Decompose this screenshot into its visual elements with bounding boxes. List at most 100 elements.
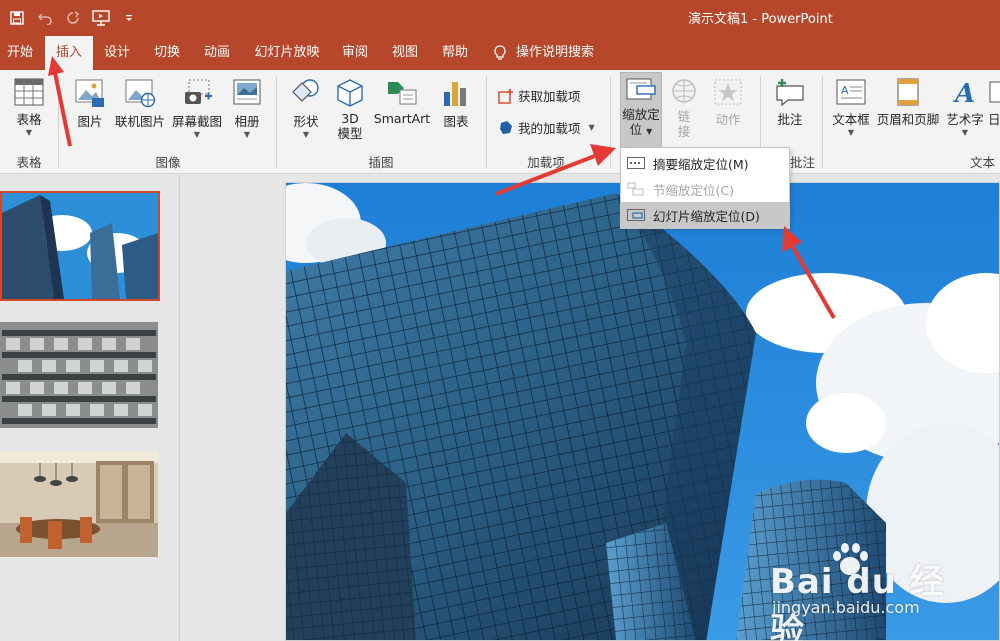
get-addins-button[interactable]: 获取加载项 <box>498 86 581 105</box>
chart-button[interactable]: 图表 <box>438 78 474 130</box>
my-addins-label: 我的加载项 <box>518 121 581 136</box>
group-label-illustrations: 插图 <box>368 155 394 170</box>
3d-model-label-1: 3D <box>341 111 359 126</box>
svg-text:A: A <box>952 79 975 106</box>
ribbon: 表格 ▼ 表格 图片 联机图片 屏幕截图 ▼ 相册 ▼ 图像 形状 ▼ 3D 模… <box>0 70 1000 174</box>
svg-text:A: A <box>841 84 849 97</box>
comment-label: 批注 <box>777 112 803 127</box>
group-label-images: 图像 <box>155 155 181 170</box>
screenshot-icon <box>185 79 212 104</box>
chart-label: 图表 <box>443 114 469 129</box>
zoom-label-2: 位 <box>629 122 643 137</box>
picture-button-label: 图片 <box>77 114 103 129</box>
summary-zoom-item[interactable]: 摘要缩放定位(M) <box>621 150 789 176</box>
calendar-icon <box>989 81 1000 103</box>
tab-design[interactable]: 设计 <box>96 36 138 70</box>
table-icon <box>14 78 44 106</box>
customize-icon[interactable] <box>118 8 140 28</box>
comment-button[interactable]: 批注 <box>768 78 812 128</box>
chevron-down-icon: ▼ <box>302 130 310 139</box>
slide-thumbnail-2[interactable] <box>0 322 158 428</box>
screenshot-label: 屏幕截图 <box>171 114 222 129</box>
textbox-label: 文本框 <box>832 112 870 127</box>
redo-icon[interactable] <box>62 8 84 28</box>
slide-thumbnail-3[interactable] <box>0 451 158 557</box>
ribbon-tabs: 开始 插入 设计 切换 动画 幻灯片放映 审阅 视图 帮助 操作说明搜索 <box>0 36 1000 70</box>
tab-transitions[interactable]: 切换 <box>146 36 188 70</box>
slide-zoom-icon <box>627 209 645 221</box>
group-label-addins: 加载项 <box>527 155 565 170</box>
online-picture-button[interactable]: 联机图片 <box>112 78 168 130</box>
link-label-1: 链 <box>677 109 691 124</box>
section-zoom-item[interactable]: 节缩放定位(C) <box>621 176 789 202</box>
cube-icon <box>337 79 363 107</box>
get-addins-label: 获取加载项 <box>518 89 581 104</box>
slide-zoom-label: 幻灯片缩放定位(D) <box>653 208 760 224</box>
shapes-button[interactable]: 形状 ▼ <box>288 78 324 140</box>
header-footer-button[interactable]: 页眉和页脚 <box>874 78 942 128</box>
group-divider <box>822 76 823 168</box>
table-button[interactable]: 表格 ▼ <box>8 78 50 138</box>
slide-thumbnail-1[interactable] <box>0 191 160 301</box>
online-picture-icon <box>125 79 156 108</box>
tab-review[interactable]: 审阅 <box>334 36 376 70</box>
zoom-button[interactable]: 缩放定 位 ▼ <box>620 76 662 139</box>
slide-zoom-item[interactable]: 幻灯片缩放定位(D) <box>621 202 789 228</box>
action-button[interactable]: 动作 <box>708 78 748 128</box>
link-button[interactable]: 链 接 <box>666 78 702 139</box>
chart-icon <box>444 82 466 106</box>
slide-thumbnail-pane <box>0 175 180 641</box>
zoom-label-1: 缩放定 <box>622 107 660 122</box>
skyscraper-thumbnail-image <box>2 193 158 299</box>
tab-help[interactable]: 帮助 <box>434 36 476 70</box>
photo-album-label: 相册 <box>234 114 260 129</box>
title-bar: 演示文稿1 - PowerPoint <box>0 0 1000 36</box>
screenshot-button[interactable]: 屏幕截图 ▼ <box>168 78 226 140</box>
smartart-icon <box>388 82 417 105</box>
section-zoom-label: 节缩放定位(C) <box>653 182 734 198</box>
star-icon <box>714 79 742 105</box>
textbox-icon: A <box>836 79 866 105</box>
group-label-comments: 批注 <box>790 155 816 170</box>
wordart-label: 艺术字 <box>946 112 984 127</box>
header-footer-icon <box>897 78 919 106</box>
tab-animations[interactable]: 动画 <box>196 36 238 70</box>
3d-model-label-2: 模型 <box>337 126 363 141</box>
wordart-icon: A <box>952 79 975 106</box>
smartart-button[interactable]: SmartArt <box>372 78 432 126</box>
group-label-table: 表格 <box>16 155 42 170</box>
section-zoom-icon <box>627 182 645 196</box>
chevron-down-icon: ▼ <box>588 123 595 132</box>
chevron-down-icon: ▼ <box>646 127 653 136</box>
smartart-label: SmartArt <box>373 111 431 126</box>
tab-view[interactable]: 视图 <box>384 36 426 70</box>
my-addins-button[interactable]: 我的加载项 ▼ <box>498 118 595 137</box>
chevron-down-icon: ▼ <box>961 128 969 137</box>
date-time-label: 日 <box>988 112 1000 127</box>
dining-room-thumbnail-image <box>0 451 158 557</box>
3d-model-button[interactable]: 3D 模型 <box>330 78 370 141</box>
present-icon[interactable] <box>90 8 112 28</box>
tab-home[interactable]: 开始 <box>0 36 40 70</box>
tab-slideshow[interactable]: 幻灯片放映 <box>248 36 326 70</box>
picture-button[interactable]: 图片 <box>70 78 110 130</box>
date-time-button[interactable]: 日 <box>988 78 1000 128</box>
save-icon[interactable] <box>6 8 28 28</box>
tell-me-search[interactable]: 操作说明搜索 <box>516 36 602 70</box>
building-facade-thumbnail-image <box>0 322 158 428</box>
group-divider <box>276 76 277 168</box>
globe-link-icon <box>672 79 696 103</box>
photo-album-icon <box>233 79 261 105</box>
group-divider <box>610 76 611 168</box>
wordart-button[interactable]: A 艺术字 ▼ <box>944 78 986 138</box>
tab-insert[interactable]: 插入 <box>45 36 93 70</box>
window-title: 演示文稿1 - PowerPoint <box>688 12 833 27</box>
summary-zoom-icon <box>627 157 645 169</box>
zoom-icon <box>626 78 656 100</box>
undo-icon[interactable] <box>34 8 56 28</box>
watermark-url: jingyan.baidu.com <box>772 598 920 617</box>
chevron-down-icon: ▼ <box>847 128 855 137</box>
photo-album-button[interactable]: 相册 ▼ <box>228 78 266 140</box>
textbox-button[interactable]: A 文本框 ▼ <box>828 78 874 138</box>
group-divider <box>486 76 487 168</box>
